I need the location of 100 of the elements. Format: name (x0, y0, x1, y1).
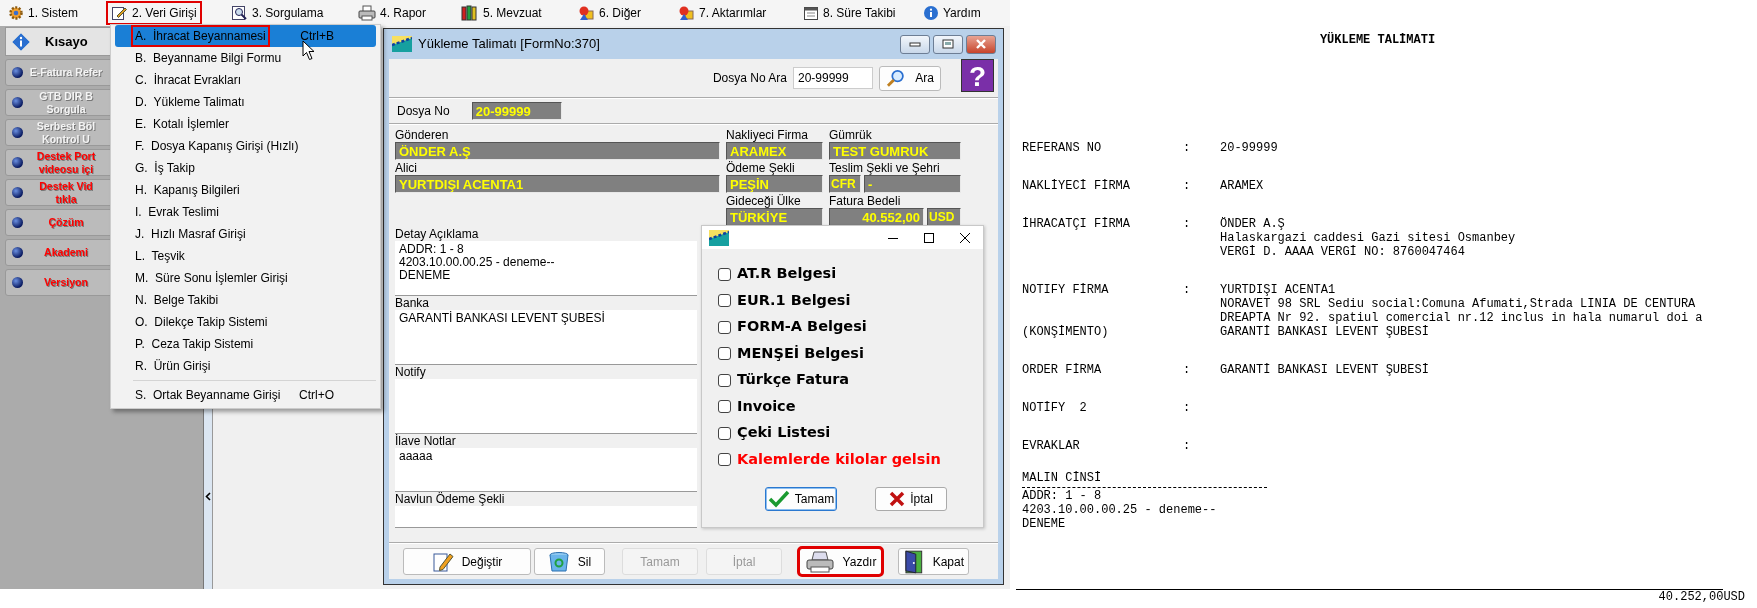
toolbar-button[interactable]: Yazdır (799, 548, 882, 575)
menu-item[interactable]: A. İhracat Beyannamesi Ctrl+B (115, 25, 376, 47)
text-field[interactable]: CFR (829, 175, 861, 193)
maximize-icon (942, 39, 954, 49)
text-field[interactable]: TÜRKİYE (726, 208, 823, 226)
checkbox[interactable] (718, 294, 731, 308)
field-label: Gideceği Ülke (726, 194, 802, 208)
colon-separator: : (1183, 363, 1192, 377)
logo-icon (392, 36, 412, 52)
checkbox-label: Türkçe Fatura (737, 370, 850, 390)
colon-separator: : (1183, 217, 1192, 233)
text-area[interactable]: ADDR: 1 - 8 4203.10.00.00.25 - deneme-- DENEME (395, 241, 697, 296)
report-label: İHRACATÇI FİRMA (1022, 217, 1131, 231)
pencil-icon (431, 550, 454, 573)
close-button[interactable] (966, 34, 996, 54)
maximize-icon[interactable] (923, 231, 935, 244)
colon-separator: : (1183, 439, 1192, 453)
field-label: Dosya No (397, 103, 450, 120)
shortcut-label: Destek Port videosu içi (35, 149, 97, 176)
menu-item[interactable]: O. Dilekçe Takip Sistemi (115, 311, 376, 333)
close-icon[interactable] (959, 231, 971, 244)
search-field[interactable]: 20-99999 (793, 67, 873, 89)
text-field[interactable]: - (864, 175, 961, 193)
shapes-icon (578, 5, 595, 21)
menu-item[interactable]: 1. Sistem (3, 1, 83, 25)
sidebar-title: Kısayo (45, 32, 88, 51)
checkbox[interactable] (718, 453, 731, 467)
menu-item[interactable]: Yardım (918, 1, 986, 25)
checkbox[interactable] (718, 320, 731, 334)
checkbox-label: EUR.1 Belgesi (737, 290, 851, 310)
menu-item[interactable]: R. Ürün Girişi (115, 355, 376, 377)
checkbox[interactable] (718, 400, 731, 414)
checkbox[interactable] (718, 426, 731, 440)
checkbox-label: AT.R Belgesi (737, 264, 837, 284)
report-label: EVRAKLAR (1022, 439, 1080, 453)
menu-item-label: S. Ortak Beyanname Girişi (134, 387, 282, 404)
report-label: REFERANS NO (1022, 141, 1102, 155)
shortcut-label: Akademi (43, 246, 89, 259)
minimize-button[interactable] (900, 34, 930, 54)
chevron-left-icon[interactable] (205, 492, 211, 501)
edit-icon (111, 5, 128, 21)
menu-item-label: A. İhracat Beyannamesi (131, 25, 270, 47)
text-field[interactable]: PEŞİN (726, 175, 823, 193)
menu-item-label: L. Teşvik (134, 248, 186, 265)
shortcut-label: Versiyon (43, 276, 89, 289)
search-button[interactable]: Ara (879, 65, 941, 91)
colon-separator: : (1183, 283, 1192, 299)
text-field[interactable]: 40.552,00 (829, 208, 924, 226)
text-field[interactable]: YURTDIŞI ACENTA1 (395, 175, 720, 193)
field-label: Fatura Bedeli (829, 194, 902, 208)
field-label: Ödeme Şekli (726, 161, 796, 175)
bullet-icon (12, 247, 23, 258)
text-field[interactable]: ÖNDER A.Ş (395, 142, 720, 160)
bullet-icon (12, 127, 23, 138)
field-label: Alici (395, 161, 418, 175)
books-icon (461, 5, 479, 21)
report-label: ORDER FİRMA (1022, 363, 1102, 377)
close-icon (975, 39, 987, 49)
dialog-button[interactable]: Tamam (765, 487, 837, 511)
report-label: (KONŞİMENTO) (1022, 325, 1109, 339)
check-icon (767, 490, 790, 508)
menu-item[interactable]: 3. Sorgulama (226, 1, 329, 25)
shortcut-label: Ctrl+O (299, 387, 334, 404)
search-icon (886, 68, 906, 88)
menu-item[interactable]: 7. Aktarımlar (673, 1, 772, 25)
menu-item[interactable]: 8. Süre Takibi (798, 1, 901, 25)
text-field[interactable]: TEST GUMRUK (829, 142, 961, 160)
report-value: Halaskargazi caddesi Gazi sitesi Osmanbey (1220, 231, 1516, 245)
info-icon (11, 31, 31, 52)
report-value: DENEME (1022, 517, 1066, 531)
menu-item[interactable]: S. Ortak Beyanname Girişi Ctrl+O (115, 384, 376, 406)
help-button[interactable]: ? (961, 59, 994, 92)
text-field[interactable]: USD (927, 208, 961, 226)
text-area[interactable]: aaaaa (395, 448, 697, 492)
toolbar-button[interactable]: Değiştir (403, 548, 531, 575)
menu-item[interactable]: 6. Diğer (573, 1, 647, 25)
checkbox-label: FORM-A Belgesi (737, 317, 867, 337)
maximize-button[interactable] (933, 34, 963, 54)
report-label: MALIN CİNSİ (1022, 471, 1102, 485)
text-field[interactable]: ARAMEX (726, 142, 823, 160)
menu-item-label: P. Ceza Takip Sistemi (134, 336, 255, 353)
shortcut-label: Serbest Böl Kontrol U (35, 119, 97, 146)
checkbox[interactable] (718, 267, 731, 281)
text-area[interactable] (395, 506, 697, 528)
dialog-button[interactable]: İptal (875, 487, 947, 511)
text-field[interactable]: 20-99999 (471, 102, 562, 120)
colon-separator: : (1183, 179, 1192, 193)
text-area[interactable]: GARANTİ BANKASI LEVENT ŞUBESİ (395, 310, 697, 365)
menu-item[interactable]: 4. Rapor (353, 1, 432, 25)
report-value: ARAMEX (1220, 179, 1264, 193)
toolbar-button[interactable]: Kapat (898, 548, 969, 575)
menu-item[interactable]: P. Ceza Takip Sistemi (115, 333, 376, 355)
report-value: ÖNDER A.Ş (1220, 217, 1285, 231)
toolbar-button[interactable]: Sil (534, 548, 605, 575)
menu-item[interactable]: 5. Mevzuat (456, 1, 547, 25)
field-label: Teslim Şekli ve Şehri (829, 161, 941, 175)
checkbox[interactable] (718, 347, 731, 361)
window-title: Yükleme Talimatı [FormNo:370] (418, 35, 600, 54)
bullet-icon (12, 67, 23, 78)
checkbox[interactable] (718, 373, 731, 387)
